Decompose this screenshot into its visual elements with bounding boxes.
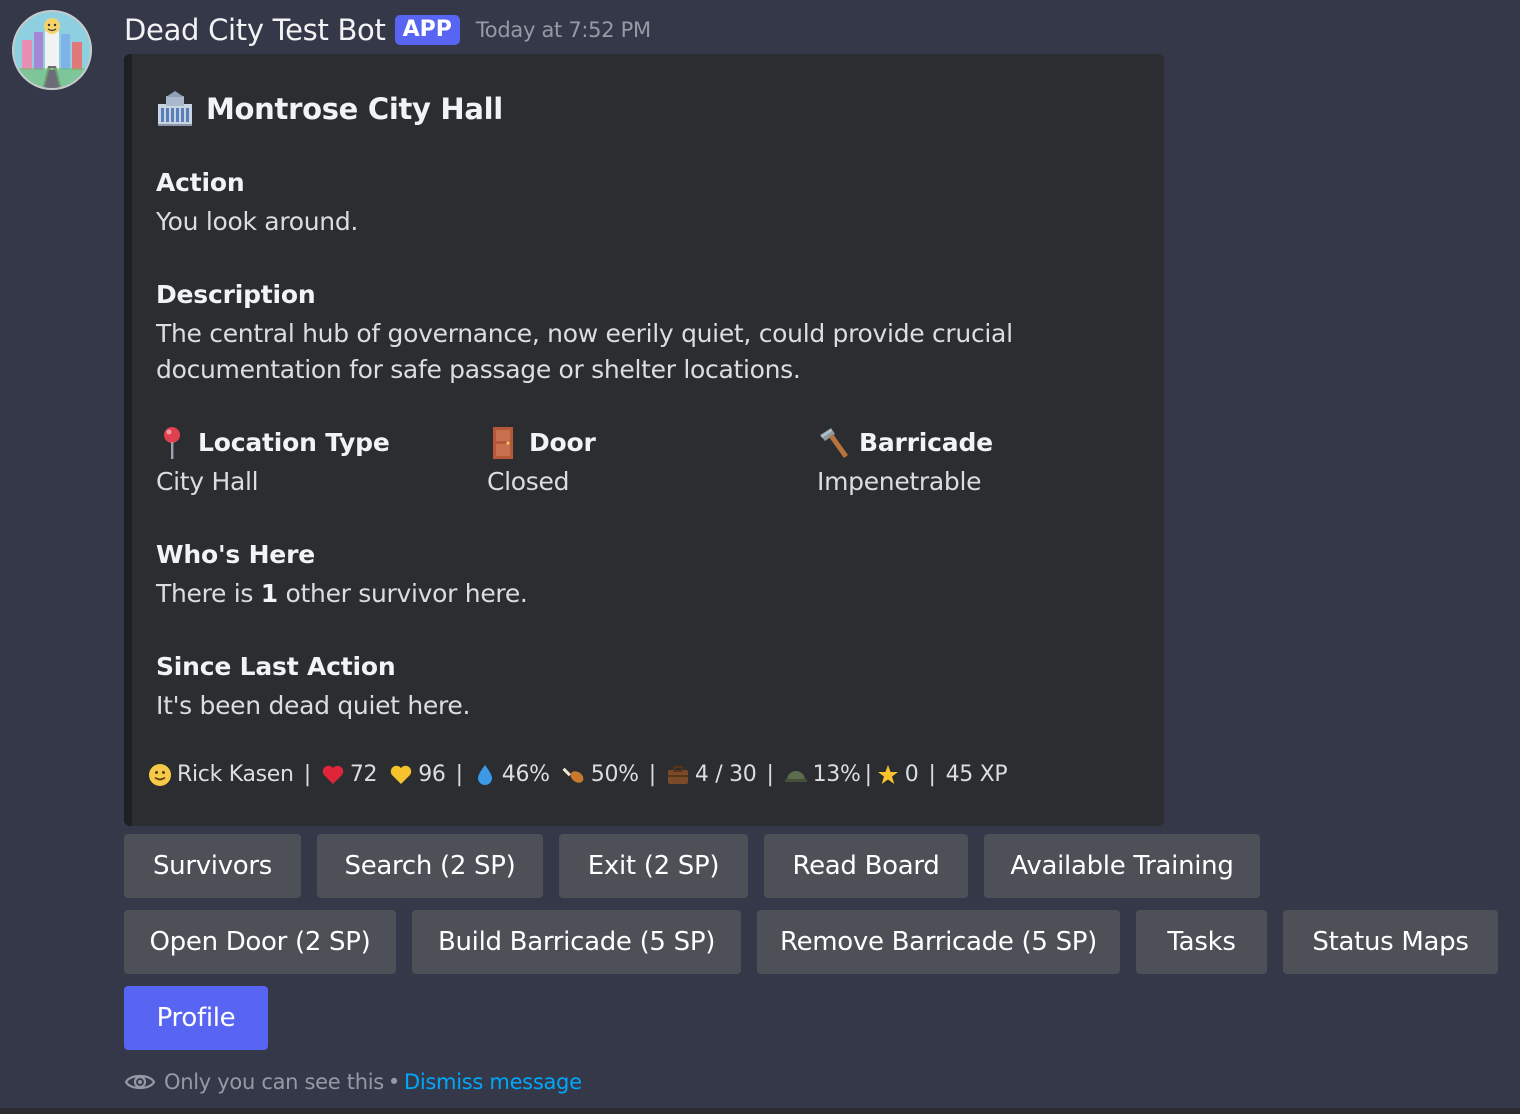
available-training-button[interactable]: Available Training: [984, 834, 1260, 898]
search-button[interactable]: Search (2 SP): [317, 834, 543, 898]
tasks-button[interactable]: Tasks: [1136, 910, 1267, 974]
footer-stamina: 96: [389, 762, 446, 787]
bot-message: Dead City Test Bot APP Today at 7:52 PM: [0, 0, 1520, 1114]
field-location-type: Location Type City Hall: [156, 426, 390, 500]
yellow-heart-icon: [391, 765, 412, 784]
footer-health: 72: [321, 762, 378, 787]
slight-smile-icon: [149, 763, 171, 786]
round-pushpin-icon: [164, 427, 180, 459]
footer-player-name: Rick Kasen: [177, 762, 294, 787]
field-barricade-label: Barricade: [859, 428, 993, 457]
eye-icon: [124, 1074, 156, 1090]
field-whos-here: Who's Here There is 1 other survivor her…: [156, 538, 528, 612]
field-action: Action You look around.: [156, 166, 358, 240]
poultry-leg-icon: [562, 767, 584, 783]
footer-stars: 0: [876, 762, 919, 787]
footer-stamina-value: 96: [418, 762, 446, 787]
embed-title-text: Montrose City Hall: [206, 92, 503, 126]
dismiss-message-link[interactable]: Dismiss message: [404, 1070, 582, 1094]
bot-avatar[interactable]: [12, 10, 92, 90]
footer-xp: 45 XP: [945, 762, 1008, 787]
field-location-type-label: Location Type: [198, 428, 390, 457]
bottom-divider: [0, 1108, 1520, 1114]
military-helmet-icon: [784, 770, 807, 782]
footer-inventory: 4 / 30: [666, 762, 757, 787]
field-since-last-action-name: Since Last Action: [156, 652, 396, 681]
city-hall-building-icon: [158, 91, 192, 126]
profile-button[interactable]: Profile: [124, 986, 268, 1050]
footer-separator: |: [864, 762, 872, 787]
ephemeral-text: Only you can see this: [164, 1070, 384, 1094]
field-description-line-1: The central hub of governance, now eeril…: [156, 319, 1013, 348]
footer-armor-value: 13%: [812, 762, 861, 787]
embed-title: Montrose City Hall: [156, 90, 503, 128]
droplet-icon: [477, 764, 492, 785]
exit-button[interactable]: Exit (2 SP): [559, 834, 748, 898]
message-timestamp: Today at 7:52 PM: [475, 18, 651, 42]
glowing-star-icon: [877, 764, 898, 784]
footer-food-value: 50%: [590, 762, 639, 787]
ephemeral-notice: Only you can see this • Dismiss message: [124, 1066, 582, 1098]
footer-stars-value: 0: [904, 762, 919, 787]
embed-footer-status: Rick Kasen | 72 96 | 46% 50% | 4 / 30 | …: [148, 762, 1008, 787]
remove-barricade-button[interactable]: Remove Barricade (5 SP): [757, 910, 1120, 974]
footer-water-value: 46%: [501, 762, 550, 787]
ephemeral-separator: •: [387, 1070, 401, 1094]
status-maps-button[interactable]: Status Maps: [1283, 910, 1498, 974]
field-door-name: Door: [487, 426, 596, 460]
location-embed: Montrose City Hall Action You look aroun…: [124, 54, 1164, 826]
field-door-label: Door: [529, 428, 596, 457]
field-barricade: Barricade Impenetrable: [817, 426, 993, 500]
footer-separator: |: [928, 762, 936, 787]
field-action-value: You look around.: [156, 207, 359, 236]
open-door-button[interactable]: Open Door (2 SP): [124, 910, 396, 974]
field-barricade-name: Barricade: [817, 426, 993, 460]
field-whos-here-value: There is 1 other survivor here.: [156, 576, 528, 612]
field-door-value: Closed: [487, 467, 570, 496]
door-icon: [493, 427, 513, 459]
footer-armor: 13%: [784, 762, 861, 787]
whos-here-prefix: There is: [156, 579, 261, 608]
field-location-type-name: Location Type: [156, 426, 390, 460]
field-description-name: Description: [156, 280, 316, 309]
footer-separator: |: [303, 762, 311, 787]
footer-inventory-value: 4 / 30: [694, 762, 757, 787]
briefcase-icon: [667, 765, 688, 784]
whos-here-count: 1: [260, 579, 278, 608]
whos-here-suffix: other survivor here.: [277, 579, 528, 608]
bot-name[interactable]: Dead City Test Bot: [124, 13, 386, 47]
read-board-button[interactable]: Read Board: [764, 834, 968, 898]
footer-separator: |: [648, 762, 656, 787]
survivors-button[interactable]: Survivors: [124, 834, 301, 898]
app-badge: APP: [394, 15, 460, 45]
message-header: Dead City Test Bot APP Today at 7:52 PM: [124, 8, 651, 52]
field-since-last-action: Since Last Action It's been dead quiet h…: [156, 650, 470, 724]
footer-separator: |: [766, 762, 774, 787]
field-since-last-action-value: It's been dead quiet here.: [156, 691, 471, 720]
footer-separator: |: [455, 762, 463, 787]
footer-health-value: 72: [349, 762, 378, 787]
footer-food: 50%: [562, 762, 639, 787]
hammer-icon: [820, 428, 848, 458]
field-whos-here-name: Who's Here: [156, 540, 315, 569]
field-action-name: Action: [156, 168, 245, 197]
footer-player: Rick Kasen: [148, 762, 294, 787]
build-barricade-button[interactable]: Build Barricade (5 SP): [412, 910, 741, 974]
red-heart-icon: [322, 765, 344, 784]
footer-water: 46%: [473, 762, 550, 787]
field-description: Description The central hub of governanc…: [156, 278, 1013, 388]
city-avatar-icon: [12, 10, 92, 90]
field-description-line-2: documentation for safe passage or shelte…: [156, 355, 801, 384]
field-barricade-value: Impenetrable: [817, 467, 982, 496]
field-location-type-value: City Hall: [156, 467, 259, 496]
field-door: Door Closed: [487, 426, 596, 500]
